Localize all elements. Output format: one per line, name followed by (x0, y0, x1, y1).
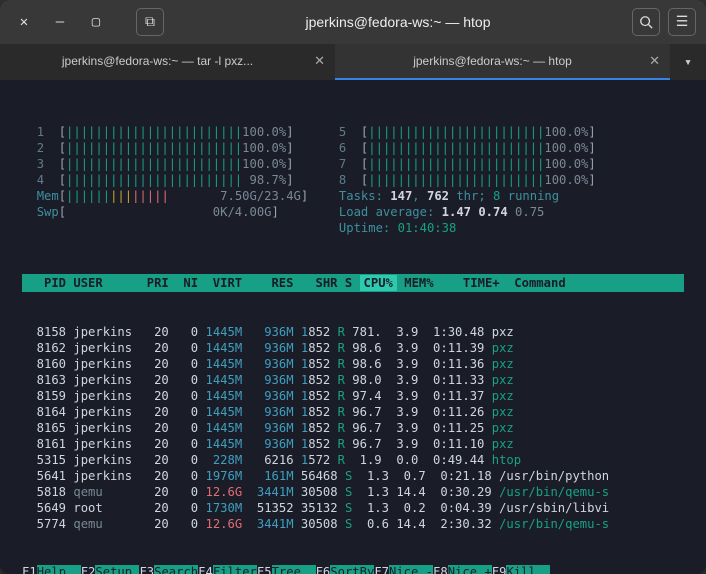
window-title: jperkins@fedora-ws:~ — htop (172, 14, 624, 30)
process-row[interactable]: 5818 qemu 20 0 12.6G 3441M 30508 S 1.3 1… (22, 484, 684, 500)
tasks-line: Tasks: 147, 762 thr; 8 running (324, 188, 596, 204)
process-row[interactable]: 8162 jperkins 20 0 1445M 936M 1852 R 98.… (22, 340, 684, 356)
cpu-meter-8: 8 [||||||||||||||||||||||||100.0%] (324, 172, 596, 188)
menu-icon[interactable]: ☰ (668, 8, 696, 36)
function-keys-bar: F1Help F2Setup F3SearchF4FilterF5Tree F6… (22, 564, 684, 574)
fkey-F2[interactable]: F2 (81, 565, 96, 574)
titlebar: ✕ — ▢ ⧉ jperkins@fedora-ws:~ — htop ☰ (0, 0, 706, 44)
cpu-meters-left: 1 [||||||||||||||||||||||||100.0%] 2 [||… (22, 124, 308, 236)
process-row[interactable]: 5649 root 20 0 1730M 51352 35132 S 1.3 0… (22, 500, 684, 516)
cpu-meter-4: 4 [|||||||||||||||||||||||| 98.7%] (22, 172, 308, 188)
maximize-icon[interactable]: ▢ (82, 8, 110, 36)
mem-meter: Mem[|||||||||||||| 7.50G/23.4G] (22, 188, 308, 204)
fkey-F7[interactable]: F7 (374, 565, 389, 574)
cpu-meter-2: 2 [||||||||||||||||||||||||100.0%] (22, 140, 308, 156)
minimize-icon[interactable]: — (46, 8, 74, 36)
cpu-meter-1: 1 [||||||||||||||||||||||||100.0%] (22, 124, 308, 140)
process-row[interactable]: 8164 jperkins 20 0 1445M 936M 1852 R 96.… (22, 404, 684, 420)
process-row[interactable]: 5774 qemu 20 0 12.6G 3441M 30508 S 0.6 1… (22, 516, 684, 532)
swap-meter: Swp[ 0K/4.00G] (22, 204, 308, 220)
new-terminal-button[interactable]: ⧉ (136, 8, 164, 36)
close-icon[interactable]: ✕ (10, 8, 38, 36)
process-row[interactable]: 5315 jperkins 20 0 228M 6216 1572 R 1.9 … (22, 452, 684, 468)
process-row[interactable]: 8163 jperkins 20 0 1445M 936M 1852 R 98.… (22, 372, 684, 388)
process-header[interactable]: PID USER PRI NI VIRT RES SHR S CPU% MEM%… (22, 274, 684, 292)
tab-tar[interactable]: jperkins@fedora-ws:~ — tar -l pxz... ✕ (0, 44, 335, 80)
fkey-F1[interactable]: F1 (22, 565, 37, 574)
load-avg-line: Load average: 1.47 0.74 0.75 (324, 204, 596, 220)
app-window: ✕ — ▢ ⧉ jperkins@fedora-ws:~ — htop ☰ jp… (0, 0, 706, 574)
cpu-meter-7: 7 [||||||||||||||||||||||||100.0%] (324, 156, 596, 172)
fkey-F6[interactable]: F6 (316, 565, 331, 574)
cpu-meter-3: 3 [||||||||||||||||||||||||100.0%] (22, 156, 308, 172)
uptime-line: Uptime: 01:40:38 (324, 220, 596, 236)
cpu-meter-5: 5 [||||||||||||||||||||||||100.0%] (324, 124, 596, 140)
tab-bar: jperkins@fedora-ws:~ — tar -l pxz... ✕ j… (0, 44, 706, 80)
process-row[interactable]: 8161 jperkins 20 0 1445M 936M 1852 R 96.… (22, 436, 684, 452)
fkey-F4[interactable]: F4 (198, 565, 213, 574)
fkey-F5[interactable]: F5 (257, 565, 272, 574)
process-row[interactable]: 8158 jperkins 20 0 1445M 936M 1852 R 781… (22, 324, 684, 340)
search-icon[interactable] (632, 8, 660, 36)
meters-area: 1 [||||||||||||||||||||||||100.0%] 2 [||… (22, 124, 684, 236)
terminal-output: 1 [||||||||||||||||||||||||100.0%] 2 [||… (0, 80, 706, 574)
fkey-F8[interactable]: F8 (433, 565, 448, 574)
process-list: 8158 jperkins 20 0 1445M 936M 1852 R 781… (22, 324, 684, 532)
fkey-F3[interactable]: F3 (139, 565, 154, 574)
process-row[interactable]: 8159 jperkins 20 0 1445M 936M 1852 R 97.… (22, 388, 684, 404)
chevron-down-icon[interactable]: ▾ (670, 44, 706, 80)
tab-htop[interactable]: jperkins@fedora-ws:~ — htop ✕ (335, 44, 670, 80)
process-row[interactable]: 8160 jperkins 20 0 1445M 936M 1852 R 98.… (22, 356, 684, 372)
tab-label: jperkins@fedora-ws:~ — tar -l pxz... (62, 54, 253, 68)
cpu-meters-right: 5 [||||||||||||||||||||||||100.0%] 6 [||… (324, 124, 596, 236)
fkey-F9[interactable]: F9 (492, 565, 507, 574)
close-icon[interactable]: ✕ (649, 53, 660, 69)
tab-label: jperkins@fedora-ws:~ — htop (413, 54, 572, 68)
close-icon[interactable]: ✕ (314, 53, 325, 69)
process-row[interactable]: 8165 jperkins 20 0 1445M 936M 1852 R 96.… (22, 420, 684, 436)
process-row[interactable]: 5641 jperkins 20 0 1976M 161M 56468 S 1.… (22, 468, 684, 484)
cpu-meter-6: 6 [||||||||||||||||||||||||100.0%] (324, 140, 596, 156)
